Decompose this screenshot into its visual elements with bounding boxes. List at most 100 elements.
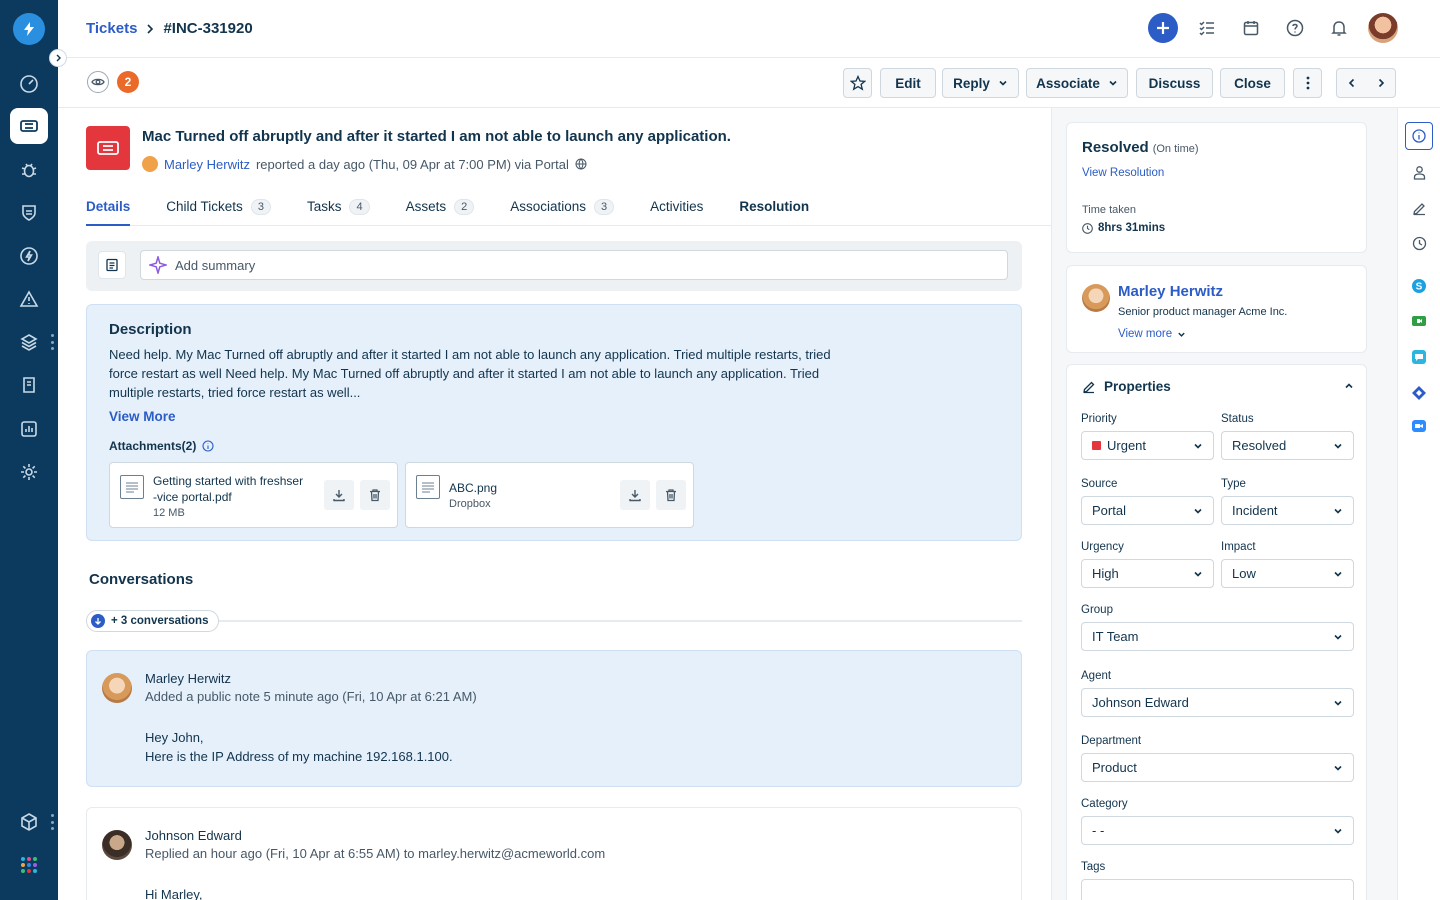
user-avatar[interactable]: [1368, 13, 1398, 43]
group-select[interactable]: IT Team: [1081, 622, 1354, 651]
tab-details[interactable]: Details: [86, 192, 131, 226]
type-select[interactable]: Incident: [1221, 496, 1354, 525]
source-select[interactable]: Portal: [1081, 496, 1214, 525]
requester-role: Senior product manager Acme Inc.: [1118, 306, 1288, 318]
description-panel: Description Need help. My Mac Turned off…: [86, 304, 1022, 541]
department-select[interactable]: Product: [1081, 753, 1354, 782]
tab-assets[interactable]: Assets 2: [406, 192, 475, 225]
breadcrumb: Tickets #INC-331920: [86, 20, 253, 37]
status-select[interactable]: Resolved: [1221, 431, 1354, 460]
requester-link[interactable]: Marley Herwitz: [164, 157, 250, 172]
releases-bolt-icon[interactable]: [10, 238, 48, 274]
close-ticket-button[interactable]: Close: [1220, 68, 1285, 98]
add-summary-input[interactable]: Add summary: [140, 250, 1008, 280]
impact-label: Impact: [1221, 541, 1256, 553]
document-file-icon: [120, 475, 144, 499]
view-more-link[interactable]: View More: [109, 409, 176, 424]
product-switcher-grid-icon[interactable]: [10, 847, 48, 883]
reports-chart-icon[interactable]: [10, 411, 48, 447]
impact-select[interactable]: Low: [1221, 559, 1354, 588]
collapse-chevron-up-icon[interactable]: [1344, 381, 1354, 391]
calendar-icon[interactable]: [1236, 13, 1266, 43]
category-label: Category: [1081, 798, 1128, 810]
edit-button[interactable]: Edit: [880, 68, 936, 98]
previous-ticket-chevron-icon[interactable]: [1347, 78, 1357, 88]
show-more-conversations-button[interactable]: + 3 conversations: [86, 610, 220, 632]
problems-bug-icon[interactable]: [10, 152, 48, 188]
download-icon[interactable]: [620, 480, 650, 510]
tab-activities[interactable]: Activities: [650, 192, 703, 225]
chat-app-icon[interactable]: [1406, 344, 1432, 370]
attachment-name-line: Getting started with freshser: [153, 474, 304, 488]
expand-sidebar-chevron-icon[interactable]: [49, 49, 67, 67]
alerts-warning-icon[interactable]: [10, 281, 48, 317]
changes-shield-icon[interactable]: [10, 195, 48, 231]
tags-input[interactable]: [1081, 879, 1354, 900]
apps-cube-icon[interactable]: [10, 804, 48, 840]
watchers-count-badge[interactable]: 2: [117, 71, 139, 93]
time-taken: 8hrs 31mins: [1082, 222, 1165, 234]
apps-more-options-icon[interactable]: [50, 814, 54, 830]
category-select[interactable]: - -: [1081, 816, 1354, 845]
google-meet-app-icon[interactable]: [1406, 308, 1432, 334]
breadcrumb-tickets-link[interactable]: Tickets: [86, 20, 137, 37]
clock-icon: [1082, 222, 1093, 234]
department-value: Product: [1092, 760, 1137, 775]
conversation-body: Hey John, Here is the IP Address of my m…: [145, 728, 453, 766]
requester-person-icon[interactable]: [1406, 159, 1432, 185]
info-icon[interactable]: [202, 440, 214, 452]
type-value: Incident: [1232, 503, 1278, 518]
status-card: Resolved (On time) View Resolution Time t…: [1066, 122, 1367, 253]
more-options-icon[interactable]: [50, 334, 54, 350]
assets-layers-icon[interactable]: [10, 324, 48, 360]
view-more-toggle[interactable]: View more: [1118, 328, 1186, 340]
admin-settings-gear-icon[interactable]: [10, 454, 48, 490]
watch-eye-icon[interactable]: [87, 71, 109, 93]
attachment-card[interactable]: Getting started with freshser -vice port…: [109, 462, 398, 528]
ticket-info-icon[interactable]: [1405, 122, 1433, 150]
properties-header[interactable]: Properties: [1082, 379, 1171, 394]
jira-diamond-app-icon[interactable]: [1406, 380, 1432, 406]
urgency-select[interactable]: High: [1081, 559, 1214, 588]
attachments-label: Attachments(2): [109, 439, 197, 453]
delete-trash-icon[interactable]: [360, 480, 390, 510]
skype-app-icon[interactable]: S: [1406, 273, 1432, 299]
reply-dropdown-button[interactable]: Reply: [942, 68, 1019, 98]
delete-trash-icon[interactable]: [656, 480, 686, 510]
notes-pencil-icon[interactable]: [1406, 195, 1432, 221]
help-question-icon[interactable]: [1280, 13, 1310, 43]
chevron-down-icon: [1109, 80, 1117, 86]
requester-name-link[interactable]: Marley Herwitz: [1118, 283, 1223, 300]
group-value: IT Team: [1092, 629, 1139, 644]
view-resolution-link[interactable]: View Resolution: [1082, 167, 1164, 179]
dashboard-icon[interactable]: [10, 66, 48, 102]
timer-clock-icon[interactable]: [1406, 230, 1432, 256]
agent-select[interactable]: Johnson Edward: [1081, 688, 1354, 717]
tab-child-tickets[interactable]: Child Tickets 3: [166, 192, 271, 225]
associate-dropdown-button[interactable]: Associate: [1026, 68, 1128, 98]
download-icon[interactable]: [324, 480, 354, 510]
tickets-nav-icon[interactable]: [10, 108, 48, 144]
conversation-reply: Johnson Edward Replied an hour ago (Fri,…: [86, 807, 1022, 900]
todo-checklist-icon[interactable]: [1192, 13, 1222, 43]
zoom-app-icon[interactable]: [1406, 413, 1432, 439]
solutions-book-icon[interactable]: [10, 367, 48, 403]
tab-tasks[interactable]: Tasks 4: [307, 192, 370, 225]
attachment-card[interactable]: ABC.png Dropbox: [405, 462, 694, 528]
time-taken-value: 8hrs 31mins: [1098, 222, 1166, 234]
notifications-bell-icon[interactable]: [1324, 13, 1354, 43]
discuss-button[interactable]: Discuss: [1136, 68, 1213, 98]
next-ticket-chevron-icon[interactable]: [1376, 78, 1386, 88]
new-plus-icon[interactable]: [1148, 13, 1178, 43]
star-favorite-button[interactable]: [843, 68, 872, 98]
time-taken-label: Time taken: [1082, 204, 1137, 216]
agent-label: Agent: [1081, 670, 1112, 682]
status-select-value: Resolved: [1232, 438, 1287, 453]
more-actions-button[interactable]: [1293, 68, 1322, 98]
summary-list-icon[interactable]: [98, 251, 126, 279]
freshservice-logo-icon[interactable]: [13, 13, 45, 45]
tab-resolution[interactable]: Resolution: [739, 192, 809, 225]
description-text: Need help. My Mac Turned off abruptly an…: [109, 347, 831, 400]
priority-select[interactable]: Urgent: [1081, 431, 1214, 460]
tab-associations[interactable]: Associations 3: [510, 192, 615, 225]
